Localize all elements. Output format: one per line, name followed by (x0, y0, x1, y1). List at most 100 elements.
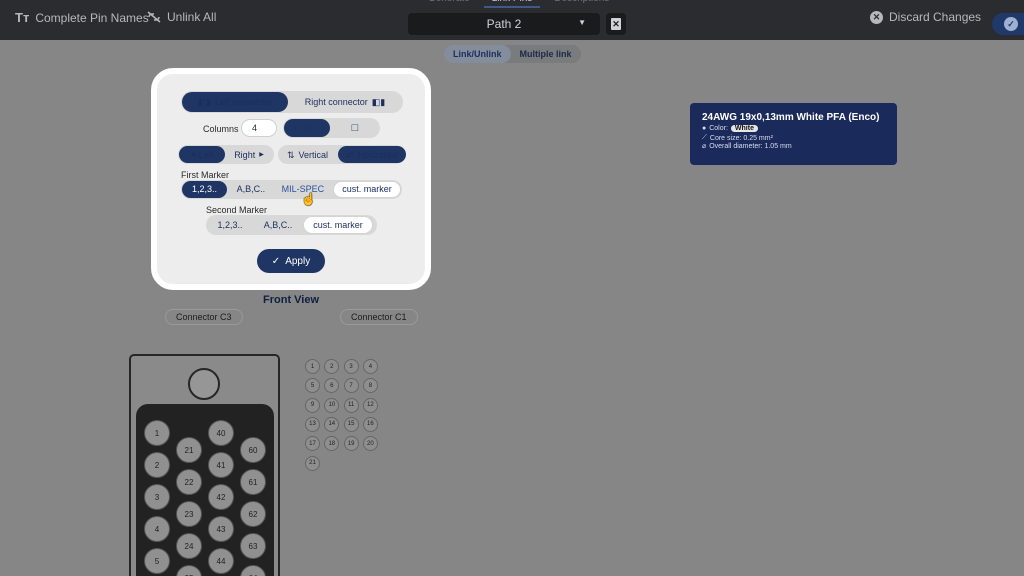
connector-c1-pin[interactable]: 20 (362, 436, 378, 452)
first-marker-toggle: 1,2,3.. A,B,C.. MIL-SPEC cust. marker (181, 180, 402, 199)
connector-c1-pin[interactable]: 16 (362, 416, 378, 432)
wire-info-card[interactable]: 24AWG 19x0,13mm White PFA (Enco) ● Color… (690, 103, 897, 165)
left-connector-label: Left connector (215, 97, 273, 107)
connector-c3-pin[interactable]: 63 (240, 533, 266, 559)
unlink-all-button[interactable]: Unlink All (147, 10, 216, 24)
connector-c1-pin[interactable]: 6 (324, 378, 340, 394)
left-direction-option[interactable]: ◀ Left (179, 146, 225, 163)
wire-overall-diameter: Overall diameter: 1.05 mm (709, 142, 792, 150)
connector-c1-pin[interactable]: 21 (305, 455, 320, 471)
connector-c3-pin[interactable]: 23 (176, 501, 202, 527)
connector-c1-pin[interactable]: 1 (305, 359, 320, 374)
direction-toggle: ◀ Left Right ▶ (178, 145, 274, 164)
second-marker-alpha[interactable]: A,B,C.. (255, 216, 301, 234)
connector-c1-pin[interactable]: 19 (343, 436, 359, 452)
right-direction-option[interactable]: Right ▶ (227, 146, 271, 163)
connector-c3-label[interactable]: Connector C3 (165, 309, 243, 325)
first-marker-numeric[interactable]: 1,2,3.. (182, 181, 227, 198)
diameter-icon: ⌀ (702, 143, 707, 150)
columns-label: Columns (203, 124, 239, 134)
link-unlink-option[interactable]: Link/Unlink (444, 45, 511, 63)
left-connector-option[interactable]: ▮◨ Left connector (182, 92, 288, 112)
multiple-link-option[interactable]: Multiple link (511, 45, 581, 63)
top-toolbar: Generate Link Pins Descriptions Tт Compl… (0, 0, 1024, 40)
chevron-right-icon: ▶ (259, 151, 264, 158)
swap-vertical-icon: ⇅ (287, 149, 295, 160)
first-marker-label: First Marker (181, 170, 229, 180)
first-marker-custom[interactable]: cust. marker (332, 181, 401, 198)
connector-c1-pin[interactable]: 3 (343, 359, 359, 374)
square-shape-option[interactable]: □ (332, 119, 378, 137)
second-marker-custom[interactable]: cust. marker (303, 216, 373, 234)
connector-c3-pin[interactable]: 41 (208, 452, 234, 478)
connector-c1-pin[interactable]: 12 (362, 397, 378, 413)
tab-link-pins[interactable]: Link Pins (483, 0, 541, 8)
check-circle-icon: ✓ (1004, 17, 1018, 31)
connector-c1-pin[interactable]: 18 (324, 436, 340, 452)
unlink-all-label: Unlink All (167, 10, 217, 24)
right-connector-option[interactable]: Right connector ◧▮ (290, 92, 400, 112)
left-direction-label: Left (198, 149, 214, 160)
link-mode-toggle: Link/Unlink Multiple link (444, 45, 581, 63)
tab-generate[interactable]: Generate (420, 0, 478, 8)
apply-changes-button[interactable]: ✓ (992, 13, 1024, 35)
right-direction-label: Right (234, 149, 256, 160)
connector-c3-pin[interactable]: 21 (176, 437, 202, 463)
connector-c1-pin[interactable]: 17 (305, 436, 320, 452)
second-marker-numeric[interactable]: 1,2,3.. (207, 216, 253, 234)
orientation-toggle: ⇅ Vertical ⇄ Horizontal (278, 145, 407, 164)
connector-c1-pin[interactable]: 10 (324, 397, 340, 413)
connector-c3-pin[interactable]: 61 (240, 469, 266, 495)
apply-button[interactable]: ✓ Apply (257, 249, 325, 273)
connector-c3-pin[interactable]: 44 (208, 548, 234, 574)
connector-c1-label[interactable]: Connector C1 (340, 309, 418, 325)
connector-c1-pin[interactable]: 15 (343, 416, 359, 432)
right-connector-label: Right connector (304, 97, 368, 107)
text-icon: Tт (15, 10, 30, 25)
complete-pin-names-button[interactable]: Tт Complete Pin Names (15, 10, 149, 25)
horizontal-option[interactable]: ⇄ Horizontal (338, 146, 407, 163)
columns-input[interactable]: 4 (241, 119, 277, 137)
connector-c1-pin[interactable]: 14 (324, 416, 340, 432)
wire-color-label: Color: (709, 125, 728, 132)
connector-c3-pin[interactable]: 3 (144, 484, 170, 510)
connector-c3-pin[interactable]: 40 (208, 420, 234, 446)
connector-icon: ▮◨ (197, 97, 212, 107)
connector-c1-pin[interactable]: 13 (305, 416, 320, 432)
connector-c3-pin[interactable]: 22 (176, 469, 202, 495)
first-marker-alpha[interactable]: A,B,C.. (229, 181, 273, 198)
discard-changes-button[interactable]: ✕ Discard Changes (870, 10, 981, 24)
wire-title: 24AWG 19x0,13mm White PFA (Enco) (702, 112, 880, 123)
second-marker-label: Second Marker (206, 205, 268, 215)
vertical-label: Vertical (298, 149, 329, 160)
wire-core-row: ⟋ Core size: 0.25 mm² (702, 134, 885, 142)
circle-shape-option[interactable]: ○ (284, 119, 330, 137)
connector-c1-pin[interactable]: 2 (324, 359, 340, 374)
connector-c3-pin[interactable]: 5 (144, 548, 170, 574)
connector-c3-pin[interactable]: 1 (144, 420, 170, 446)
connector-c1-pin[interactable]: 5 (305, 378, 320, 394)
chevron-down-icon: ▼ (578, 18, 586, 27)
tab-descriptions[interactable]: Descriptions (546, 0, 617, 8)
circle-icon: ○ (303, 121, 311, 135)
chevron-left-icon: ◀ (190, 151, 195, 158)
connector-c1-pin[interactable]: 11 (343, 397, 359, 413)
connector-c3-pin[interactable]: 2 (144, 452, 170, 478)
connector-c1-pin[interactable]: 9 (305, 397, 320, 413)
connector-c3-pin[interactable]: 4 (144, 516, 170, 542)
connector-c1-pin[interactable]: 4 (362, 359, 378, 374)
connector-c3-pin[interactable]: 24 (176, 533, 202, 559)
vertical-option[interactable]: ⇅ Vertical (279, 146, 336, 163)
connector-mounting-hole (188, 368, 220, 400)
unlink-icon (147, 11, 161, 23)
delete-path-button[interactable]: ✕ (606, 13, 626, 35)
apply-label: Apply (285, 255, 311, 267)
connector-c3-pin[interactable]: 62 (240, 501, 266, 527)
square-icon: □ (351, 122, 359, 134)
connector-c3-pin[interactable]: 60 (240, 437, 266, 463)
connector-c1-pin[interactable]: 7 (343, 378, 359, 394)
path-select[interactable]: Path 2 ▼ (408, 13, 600, 35)
connector-c3-pin[interactable]: 42 (208, 484, 234, 510)
connector-c1-pin[interactable]: 8 (362, 378, 378, 394)
connector-c3-pin[interactable]: 43 (208, 516, 234, 542)
